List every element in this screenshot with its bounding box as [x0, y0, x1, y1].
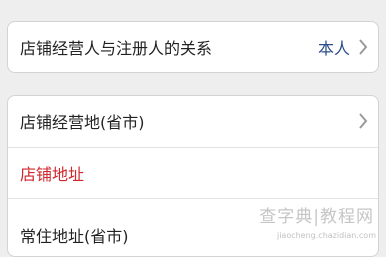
- shop-address-label: 店铺地址: [20, 164, 85, 184]
- chevron-right-icon: [359, 39, 368, 55]
- relationship-label: 店铺经营人与注册人的关系: [20, 39, 213, 58]
- chevron-right-icon: [359, 113, 368, 129]
- residence-location-label: 常住地址(省市): [20, 227, 129, 246]
- address-card: 店铺经营地(省市) 店铺地址 常住地址(省市): [7, 95, 379, 257]
- relationship-value: 本人: [317, 39, 350, 58]
- business-location-label: 店铺经营地(省市): [20, 113, 145, 132]
- relationship-row[interactable]: 店铺经营人与注册人的关系 本人: [8, 22, 378, 72]
- residence-location-row[interactable]: 常住地址(省市): [8, 198, 378, 248]
- business-location-row[interactable]: 店铺经营地(省市): [8, 96, 378, 146]
- relationship-card: 店铺经营人与注册人的关系 本人: [7, 21, 379, 73]
- shop-address-row[interactable]: 店铺地址: [8, 147, 378, 197]
